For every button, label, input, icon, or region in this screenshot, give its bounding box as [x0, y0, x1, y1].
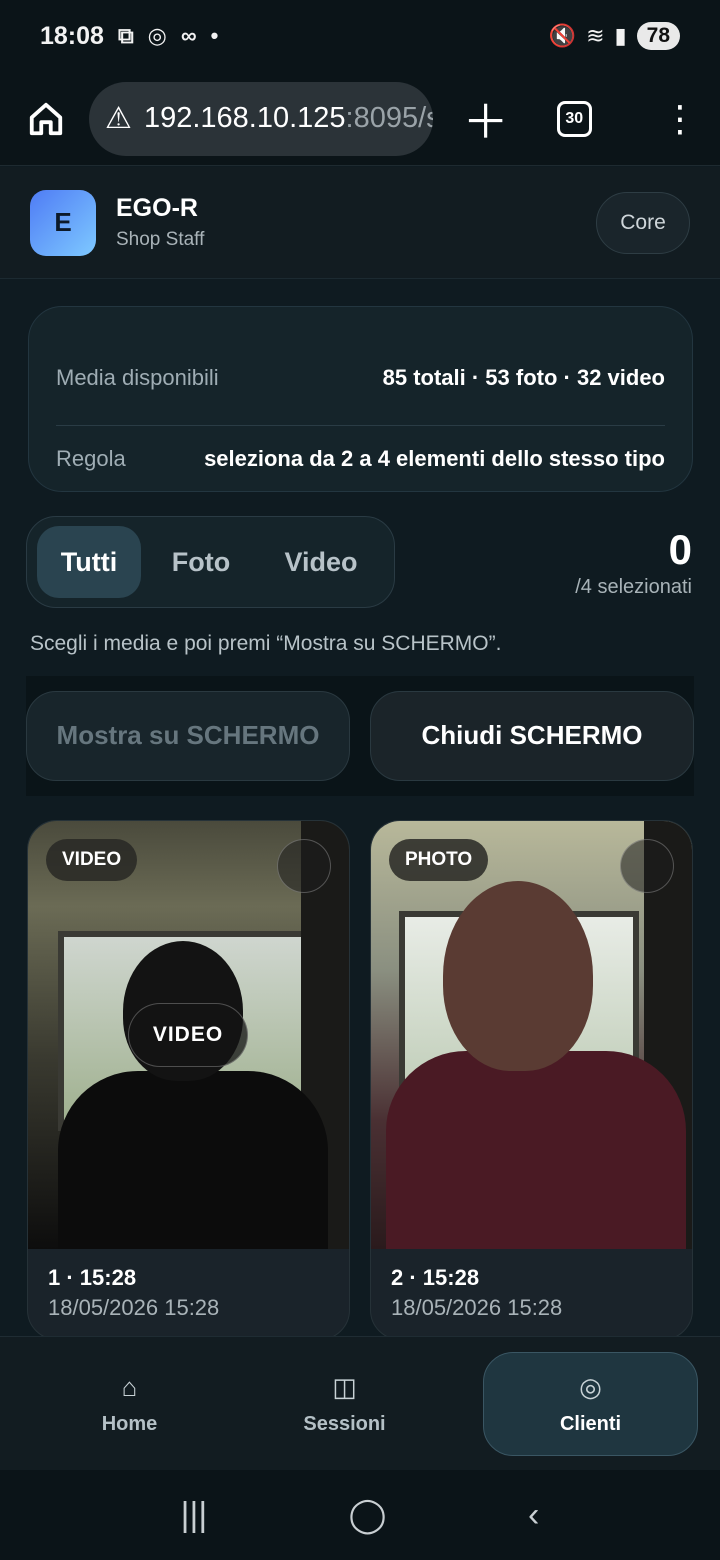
media-available-label: Media disponibili — [56, 365, 219, 390]
media-card[interactable]: VIDEO VIDEO 1 · 15:28 18/05/2026 15:28 — [27, 820, 350, 1340]
media-title: 1 · 15:28 — [48, 1265, 137, 1290]
rule-row: Regola seleziona da 2 a 4 elementi dello… — [56, 425, 665, 491]
core-button[interactable]: Core — [596, 191, 690, 254]
nav-home-label: Home — [101, 1412, 158, 1435]
app-header: E EGO-R Shop Staff Core — [0, 167, 720, 279]
brand: EGO-R Shop Staff — [116, 194, 204, 251]
screenshot-icon: ⧉ — [117, 23, 134, 48]
tab-switcher-button[interactable]: 30 — [556, 100, 592, 137]
media-filter-tabs: Tutti Foto Video — [26, 516, 395, 608]
bottom-navigation: ⌂ Home ◫ Sessioni ◎ Clienti — [0, 1336, 720, 1470]
nav-sessions[interactable]: ◫ Sessioni — [237, 1352, 452, 1456]
more-menu-icon[interactable]: ⋮ — [662, 100, 698, 137]
home-icon — [29, 102, 62, 135]
browser-toolbar: ⚠ 192.168.10.125 :8095/s ＋ 30 ⋮ — [0, 72, 720, 166]
close-screen-button[interactable]: Chiudi SCHERMO — [370, 691, 694, 781]
action-bar: Mostra su SCHERMO Chiudi SCHERMO — [26, 676, 694, 796]
address-bar[interactable]: ⚠ 192.168.10.125 :8095/s — [89, 81, 433, 156]
voicemail-icon: ∞ — [180, 23, 197, 48]
recents-icon[interactable]: ||| — [181, 1496, 208, 1535]
rule-label: Regola — [56, 445, 126, 471]
video-play-overlay[interactable]: VIDEO — [128, 1003, 248, 1067]
back-icon[interactable]: ‹ — [528, 1496, 539, 1535]
selection-count: 0 — [668, 526, 692, 573]
brand-role: Shop Staff — [116, 229, 205, 250]
nav-clients[interactable]: ◎ Clienti — [483, 1351, 698, 1456]
columns-icon: ◫ — [332, 1371, 357, 1402]
signal-icon: ▮ — [614, 23, 627, 48]
system-navigation: ||| ◯ ‹ — [0, 1470, 720, 1560]
status-bar: 18:08 ⧉ ◎ ∞ • 🔇 ≋ ▮ 78 — [0, 0, 720, 72]
tab-video[interactable]: Video — [261, 526, 381, 598]
show-on-screen-button[interactable]: Mostra su SCHERMO — [26, 691, 350, 781]
instruction-hint: Scegli i media e poi premi “Mostra su SC… — [30, 632, 502, 655]
media-available-row: Media disponibili 85 totali · 53 foto · … — [56, 307, 665, 425]
nav-clients-label: Clienti — [559, 1412, 622, 1435]
media-card[interactable]: PHOTO 2 · 15:28 18/05/2026 15:28 — [370, 820, 693, 1340]
media-type-badge: VIDEO — [46, 839, 138, 881]
battery-indicator: 78 — [636, 22, 680, 50]
media-type-badge: PHOTO — [389, 839, 489, 881]
media-thumbnail: VIDEO VIDEO — [28, 821, 349, 1249]
url-host: 192.168.10.125 — [143, 102, 346, 134]
mute-icon: 🔇 — [548, 23, 577, 48]
whatsapp-icon: ◎ — [147, 23, 167, 48]
selection-limit: /4 selezionati — [575, 576, 692, 598]
tab-photo[interactable]: Foto — [141, 526, 261, 598]
home-circle-icon[interactable]: ◯ — [349, 1495, 387, 1535]
avatar: E — [30, 189, 96, 256]
dot-icon: • — [210, 23, 219, 48]
media-title: 2 · 15:28 — [391, 1265, 480, 1290]
browser-home-button[interactable] — [22, 95, 69, 143]
tab-all[interactable]: Tutti — [37, 526, 141, 598]
nav-home[interactable]: ⌂ Home — [22, 1352, 237, 1456]
media-date: 18/05/2026 15:28 — [391, 1295, 563, 1320]
warning-icon: ⚠ — [105, 102, 132, 135]
select-checkbox[interactable] — [277, 839, 331, 893]
status-time: 18:08 — [40, 21, 104, 50]
home-icon: ⌂ — [121, 1371, 138, 1402]
wifi-icon: ≋ — [586, 23, 605, 48]
select-checkbox[interactable] — [620, 839, 674, 893]
media-info-card: Media disponibili 85 totali · 53 foto · … — [28, 306, 693, 492]
url-port: :8095/s — [345, 102, 433, 134]
media-date: 18/05/2026 15:28 — [48, 1295, 220, 1320]
media-thumbnail: PHOTO — [371, 821, 692, 1249]
nav-sessions-label: Sessioni — [303, 1412, 386, 1435]
brand-name: EGO-R — [116, 194, 198, 222]
selection-counter: 0 /4 selezionati — [575, 526, 692, 599]
target-icon: ◎ — [579, 1371, 602, 1402]
rule-value: seleziona da 2 a 4 elementi dello stesso… — [204, 445, 665, 471]
media-available-value: 85 totali · 53 foto · 32 video — [382, 365, 665, 390]
new-tab-button[interactable]: ＋ — [463, 86, 509, 152]
